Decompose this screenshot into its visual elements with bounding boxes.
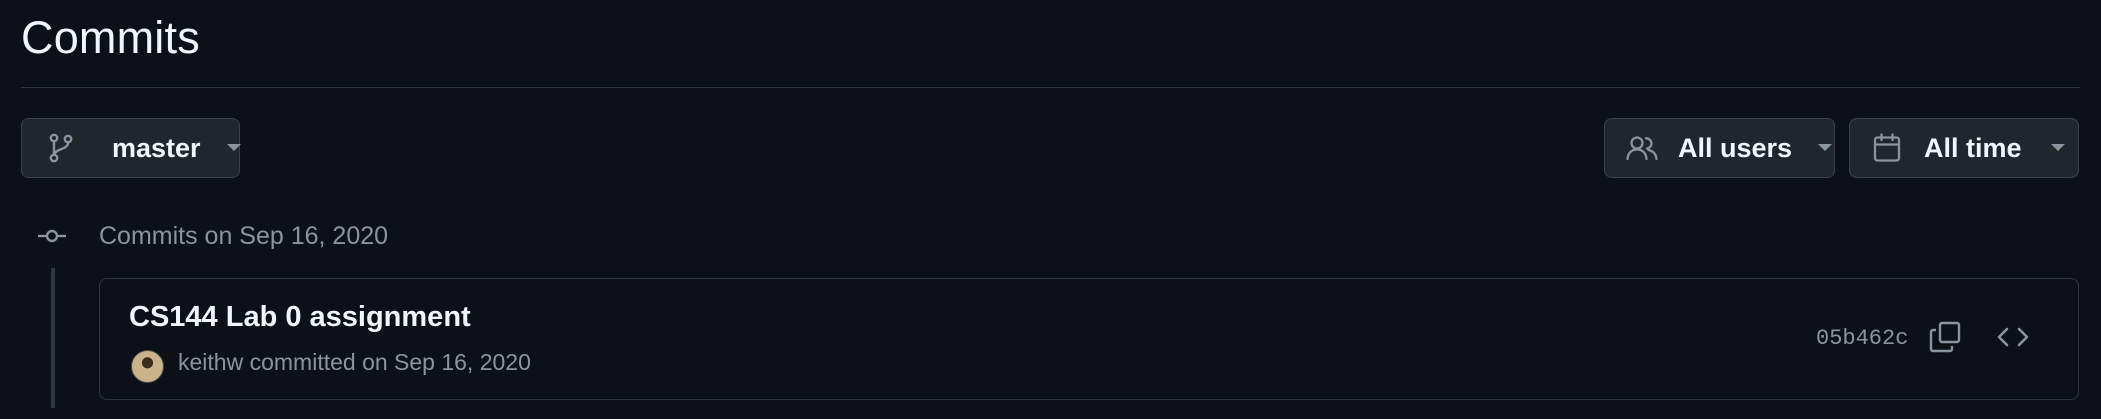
commit-date-text: committed on Sep 16, 2020 — [249, 349, 531, 375]
chevron-down-icon — [1817, 143, 1833, 153]
commit-group-header: Commits on Sep 16, 2020 — [99, 222, 389, 250]
commit-list-item: CS144 Lab 0 assignment keithw committed … — [99, 278, 2079, 400]
commits-page: Commits master All users All time Commit… — [0, 0, 2101, 419]
code-icon[interactable] — [1996, 321, 2030, 358]
branch-selector-button[interactable]: master — [21, 118, 242, 178]
time-filter-button[interactable]: All time — [1849, 118, 2079, 178]
git-commit-icon — [37, 226, 67, 251]
people-icon — [1626, 134, 1658, 162]
copy-icon[interactable] — [1929, 321, 1961, 358]
avatar[interactable] — [131, 350, 164, 383]
timeline-line — [51, 268, 55, 408]
commit-title-link[interactable]: CS144 Lab 0 assignment — [129, 301, 471, 334]
branch-label: master — [112, 132, 201, 163]
chevron-down-icon — [226, 143, 242, 153]
time-filter-label: All time — [1924, 132, 2022, 163]
calendar-icon — [1872, 133, 1902, 163]
commit-sha-link[interactable]: 05b462c — [1816, 326, 1908, 351]
users-filter-button[interactable]: All users — [1604, 118, 1835, 178]
commit-author-link[interactable]: keithw — [178, 349, 243, 375]
chevron-down-icon — [2050, 143, 2066, 153]
commit-meta: keithw committed on Sep 16, 2020 — [178, 349, 531, 376]
users-filter-label: All users — [1678, 132, 1793, 163]
git-branch-icon — [48, 133, 74, 163]
page-title: Commits — [21, 12, 200, 63]
header-divider — [21, 87, 2080, 88]
